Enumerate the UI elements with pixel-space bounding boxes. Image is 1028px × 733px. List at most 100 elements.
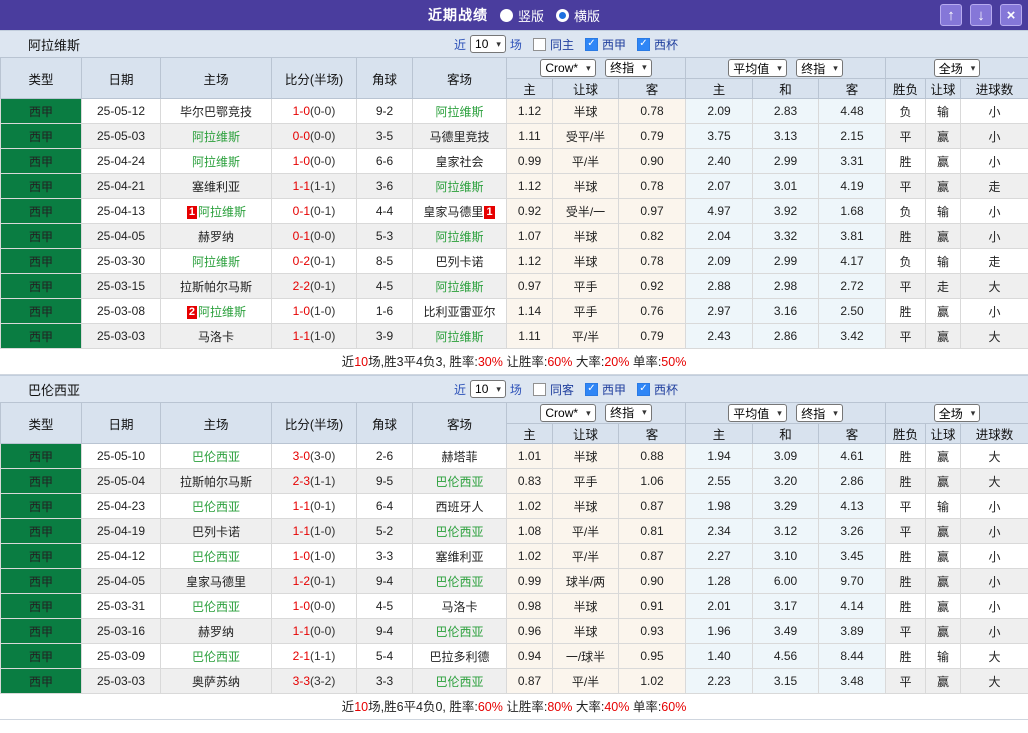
close-button[interactable]: × (1000, 4, 1022, 26)
cup-checkbox[interactable]: ✓ (636, 37, 650, 51)
away-team-name[interactable]: 皇家社会 (435, 155, 483, 169)
chevron-down-icon: ▾ (586, 62, 591, 73)
league-checkbox[interactable]: ✓ (584, 37, 598, 51)
asia-handicap: 平/半 (552, 543, 619, 569)
away-team-name[interactable]: 比利亚雷亚尔 (423, 305, 495, 319)
summary-segment: 40% (604, 700, 630, 714)
home-team-name[interactable]: 马洛卡 (198, 330, 234, 344)
radio-button-icon[interactable] (499, 8, 513, 22)
home-team-name[interactable]: 拉斯帕尔马斯 (180, 475, 252, 489)
match-count-select[interactable]: 10 ▾ (470, 380, 506, 398)
away-team-name[interactable]: 塞维利亚 (435, 550, 483, 564)
bookmaker-select[interactable]: Crow* ▾ (540, 59, 596, 78)
euro-draw-odds: 3.20 (752, 468, 820, 494)
euro-home-odds: 4.97 (685, 198, 754, 224)
halftime-score: (0-0) (310, 229, 336, 243)
euro-source-select[interactable]: 平均值 ▾ (728, 59, 787, 77)
match-count-select[interactable]: 10 ▾ (470, 35, 506, 53)
away-team-name[interactable]: 巴伦西亚 (435, 575, 483, 589)
home-team-name[interactable]: 赫罗纳 (198, 230, 234, 244)
asia-handicap: 平/半 (552, 148, 619, 174)
away-team-name[interactable]: 阿拉维斯 (435, 230, 483, 244)
layout-radio-vertical[interactable]: 竖版 (499, 6, 544, 25)
asia-handicap: 半球 (552, 493, 619, 519)
euro-time-select[interactable]: 终指 ▾ (796, 404, 843, 422)
away-team-cell: 阿拉维斯 (412, 98, 507, 124)
layout-radio-horizontal[interactable]: 横版 (556, 6, 600, 25)
home-team-name[interactable]: 奥萨苏纳 (192, 675, 240, 689)
bookmaker-select[interactable]: Crow* ▾ (540, 404, 596, 423)
home-team-name[interactable]: 阿拉维斯 (192, 155, 240, 169)
away-team-name[interactable]: 巴伦西亚 (435, 525, 483, 539)
subcol-euro-home: 主 (685, 423, 754, 444)
result-outcome: 胜 (885, 298, 927, 324)
league-checkbox[interactable]: ✓ (584, 382, 598, 396)
home-team-name[interactable]: 巴伦西亚 (192, 450, 240, 464)
scope-select[interactable]: 全场 ▾ (933, 59, 981, 77)
result-handicap: 输 (925, 198, 962, 224)
euro-draw-odds: 3.92 (752, 198, 820, 224)
away-team-name[interactable]: 巴伦西亚 (435, 675, 483, 689)
home-team-name[interactable]: 阿拉维斯 (198, 305, 246, 319)
score-cell: 1-1(0-0) (271, 618, 357, 644)
away-team-name[interactable]: 阿拉维斯 (435, 105, 483, 119)
home-team-name[interactable]: 巴列卡诺 (192, 525, 240, 539)
euro-away-odds: 8.44 (818, 643, 887, 669)
home-team-name[interactable]: 阿拉维斯 (192, 255, 240, 269)
scope-select-value: 全场 (938, 61, 963, 76)
asia-time-select[interactable]: 终指 ▾ (605, 403, 652, 422)
away-team-name[interactable]: 马洛卡 (441, 600, 477, 614)
score-cell: 1-0(1-0) (271, 543, 357, 569)
away-team-name[interactable]: 阿拉维斯 (435, 180, 483, 194)
away-team-name[interactable]: 巴列卡诺 (435, 255, 483, 269)
home-team-name[interactable]: 塞维利亚 (192, 180, 240, 194)
asia-away-odds: 0.93 (617, 618, 687, 644)
home-team-name[interactable]: 毕尔巴鄂竞技 (180, 105, 252, 119)
euro-draw-odds: 3.09 (752, 443, 820, 469)
match-row: 西甲 25-04-05 皇家马德里 1-2(0-1) 9-4 巴伦西亚 0.99… (0, 568, 1028, 594)
home-team-cell: 毕尔巴鄂竞技 (160, 98, 272, 124)
chevron-down-icon: ▾ (496, 383, 501, 394)
radio-button-icon[interactable] (556, 8, 569, 22)
home-team-name[interactable]: 拉斯帕尔马斯 (180, 280, 252, 294)
cup-label: 西杯 (653, 382, 678, 397)
home-team-name[interactable]: 皇家马德里 (186, 575, 246, 589)
away-team-name[interactable]: 阿拉维斯 (435, 330, 483, 344)
result-goals: 小 (960, 593, 1028, 619)
euro-home-odds: 2.04 (685, 223, 754, 249)
home-team-name[interactable]: 巴伦西亚 (192, 500, 240, 514)
away-team-name[interactable]: 巴伦西亚 (435, 625, 483, 639)
asia-time-select[interactable]: 终指 ▾ (605, 58, 652, 77)
cup-checkbox[interactable]: ✓ (636, 382, 650, 396)
home-team-name[interactable]: 巴伦西亚 (192, 650, 240, 664)
euro-time-select[interactable]: 终指 ▾ (796, 59, 843, 77)
home-team-name[interactable]: 巴伦西亚 (192, 550, 240, 564)
scroll-down-button[interactable]: ↓ (970, 4, 992, 26)
home-team-name[interactable]: 赫罗纳 (198, 625, 234, 639)
col-header-home: 主场 (160, 57, 272, 99)
home-team-name[interactable]: 阿拉维斯 (198, 205, 246, 219)
same-venue-checkbox[interactable] (532, 37, 546, 51)
away-team-name[interactable]: 巴伦西亚 (435, 475, 483, 489)
match-date: 25-03-15 (81, 273, 161, 299)
away-team-name[interactable]: 皇家马德里 (423, 205, 483, 219)
home-team-cell: 马洛卡 (160, 323, 272, 349)
home-team-name[interactable]: 阿拉维斯 (192, 130, 240, 144)
scroll-up-button[interactable]: ↑ (940, 4, 962, 26)
away-team-name[interactable]: 阿拉维斯 (435, 280, 483, 294)
euro-home-odds: 2.07 (685, 173, 754, 199)
asia-home-odds: 1.02 (506, 543, 553, 569)
away-team-name[interactable]: 赫塔菲 (441, 450, 477, 464)
same-venue-checkbox[interactable] (532, 382, 546, 396)
away-team-name[interactable]: 马德里竞技 (429, 130, 489, 144)
away-team-name[interactable]: 西班牙人 (435, 500, 483, 514)
away-team-name[interactable]: 巴拉多利德 (429, 650, 489, 664)
result-handicap: 赢 (925, 223, 962, 249)
home-team-name[interactable]: 巴伦西亚 (192, 600, 240, 614)
match-row: 西甲 25-05-04 拉斯帕尔马斯 2-3(1-1) 9-5 巴伦西亚 0.8… (0, 468, 1028, 494)
euro-home-odds: 1.28 (685, 568, 754, 594)
col-header-corner: 角球 (356, 57, 413, 99)
result-outcome: 胜 (885, 148, 927, 174)
euro-source-select[interactable]: 平均值 ▾ (728, 404, 787, 422)
scope-select[interactable]: 全场 ▾ (933, 404, 981, 422)
